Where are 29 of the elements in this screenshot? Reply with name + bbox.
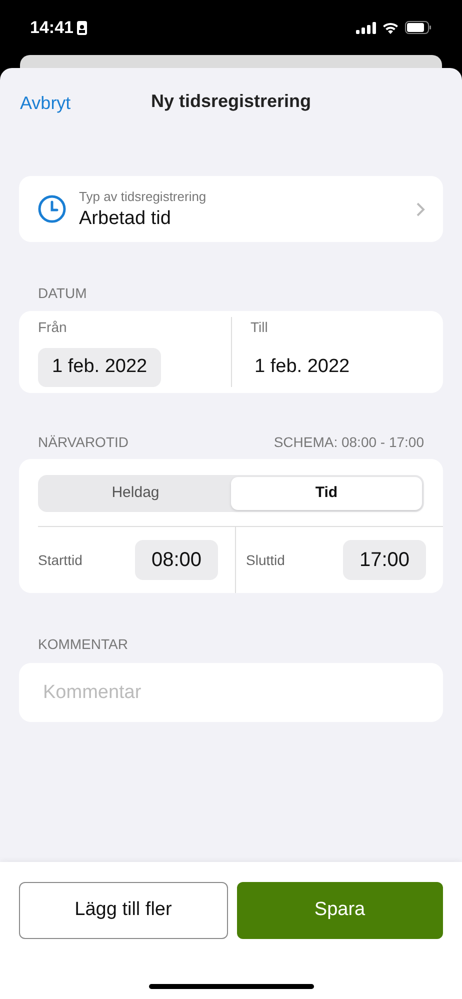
status-time: 14:41 — [30, 16, 74, 39]
date-label: Från — [38, 318, 68, 337]
type-value: Arbetad tid — [79, 206, 172, 231]
save-button[interactable]: Spara — [236, 882, 443, 939]
schedule-text: SCHEMA: 08:00 - 17:00 — [274, 433, 424, 452]
type-row[interactable]: Typ av tidsregistrering Arbetad tid — [19, 176, 443, 242]
segment-tab[interactable]: Heldag — [40, 477, 231, 510]
wifi-icon — [382, 22, 399, 34]
time-picker[interactable]: 17:00 — [343, 540, 426, 580]
segment-tab[interactable]: Tid — [231, 477, 422, 510]
date-picker[interactable]: 1 feb. 2022 — [250, 348, 354, 387]
time-picker[interactable]: 08:00 — [135, 540, 218, 580]
signal-icon — [356, 22, 376, 34]
add-more-button[interactable]: Lägg till fler — [19, 882, 228, 939]
clock-icon — [37, 194, 67, 224]
cancel-button[interactable]: Avbryt — [20, 90, 71, 117]
date-label: Till — [250, 318, 269, 337]
battery-icon — [405, 21, 432, 34]
badge-icon — [77, 20, 88, 34]
section-heading: NÄRVAROTID — [38, 433, 128, 452]
section-heading: KOMMENTAR — [38, 635, 129, 654]
time-label: Starttid — [38, 550, 82, 570]
comment-field[interactable]: Kommentar — [19, 663, 443, 722]
section-heading: DATUM — [38, 284, 88, 303]
screen-title: Ny tidsregistrering — [150, 90, 312, 113]
date-picker[interactable]: 1 feb. 2022 — [38, 348, 162, 387]
type-label: Typ av tidsregistrering — [79, 188, 208, 206]
chevron-icon — [416, 202, 425, 216]
time-label: Sluttid — [246, 550, 285, 570]
